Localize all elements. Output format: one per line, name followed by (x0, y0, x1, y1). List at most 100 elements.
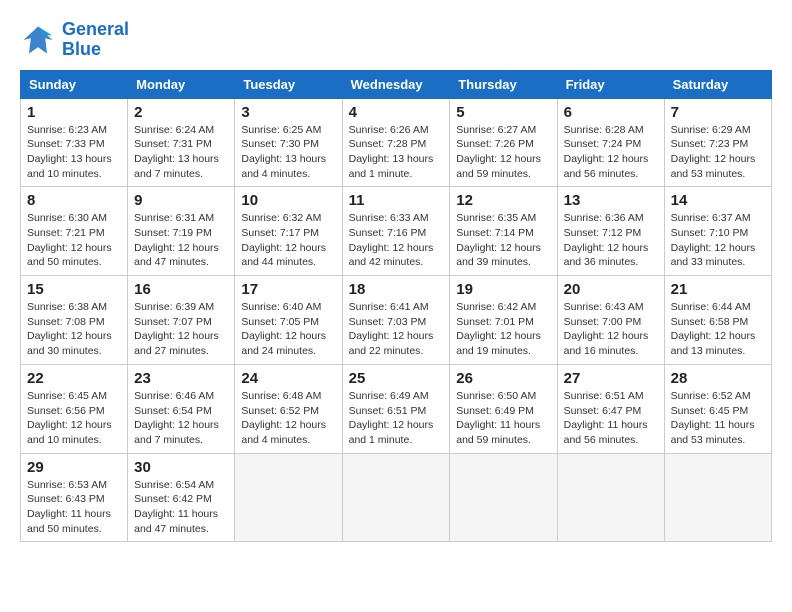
calendar-cell: 11 Sunrise: 6:33 AM Sunset: 7:16 PM Dayli… (342, 187, 450, 276)
day-number: 9 (134, 192, 228, 209)
day-number: 4 (349, 104, 444, 121)
day-number: 20 (564, 281, 658, 298)
day-number: 6 (564, 104, 658, 121)
calendar-cell: 19 Sunrise: 6:42 AM Sunset: 7:01 PM Dayli… (450, 276, 557, 365)
day-number: 8 (27, 192, 121, 209)
day-number: 22 (27, 370, 121, 387)
calendar-cell: 29 Sunrise: 6:53 AM Sunset: 6:43 PM Dayli… (21, 453, 128, 542)
day-info: Sunrise: 6:27 AM Sunset: 7:26 PM Dayligh… (456, 123, 550, 182)
calendar-cell: 25 Sunrise: 6:49 AM Sunset: 6:51 PM Dayli… (342, 364, 450, 453)
day-info: Sunrise: 6:51 AM Sunset: 6:47 PM Dayligh… (564, 389, 658, 448)
calendar-cell: 9 Sunrise: 6:31 AM Sunset: 7:19 PM Daylig… (128, 187, 235, 276)
calendar-cell: 30 Sunrise: 6:54 AM Sunset: 6:42 PM Dayli… (128, 453, 235, 542)
calendar-header-row: SundayMondayTuesdayWednesdayThursdayFrid… (21, 70, 772, 98)
header-sunday: Sunday (21, 70, 128, 98)
day-info: Sunrise: 6:24 AM Sunset: 7:31 PM Dayligh… (134, 123, 228, 182)
calendar-cell: 2 Sunrise: 6:24 AM Sunset: 7:31 PM Daylig… (128, 98, 235, 187)
day-info: Sunrise: 6:35 AM Sunset: 7:14 PM Dayligh… (456, 211, 550, 270)
day-number: 29 (27, 459, 121, 476)
header-monday: Monday (128, 70, 235, 98)
day-info: Sunrise: 6:25 AM Sunset: 7:30 PM Dayligh… (241, 123, 335, 182)
day-number: 26 (456, 370, 550, 387)
calendar-cell (342, 453, 450, 542)
day-info: Sunrise: 6:23 AM Sunset: 7:33 PM Dayligh… (27, 123, 121, 182)
day-info: Sunrise: 6:40 AM Sunset: 7:05 PM Dayligh… (241, 300, 335, 359)
calendar-week-4: 22 Sunrise: 6:45 AM Sunset: 6:56 PM Dayli… (21, 364, 772, 453)
day-info: Sunrise: 6:44 AM Sunset: 6:58 PM Dayligh… (671, 300, 765, 359)
header-tuesday: Tuesday (235, 70, 342, 98)
day-info: Sunrise: 6:26 AM Sunset: 7:28 PM Dayligh… (349, 123, 444, 182)
day-number: 27 (564, 370, 658, 387)
logo: General Blue (20, 20, 129, 60)
calendar-cell: 3 Sunrise: 6:25 AM Sunset: 7:30 PM Daylig… (235, 98, 342, 187)
day-info: Sunrise: 6:39 AM Sunset: 7:07 PM Dayligh… (134, 300, 228, 359)
day-info: Sunrise: 6:37 AM Sunset: 7:10 PM Dayligh… (671, 211, 765, 270)
calendar-cell: 6 Sunrise: 6:28 AM Sunset: 7:24 PM Daylig… (557, 98, 664, 187)
day-number: 19 (456, 281, 550, 298)
logo-blue: Blue (62, 39, 101, 59)
day-info: Sunrise: 6:31 AM Sunset: 7:19 PM Dayligh… (134, 211, 228, 270)
calendar-cell: 14Sunrise: 6:37 AM Sunset: 7:10 PM Dayli… (664, 187, 771, 276)
day-info: Sunrise: 6:28 AM Sunset: 7:24 PM Dayligh… (564, 123, 658, 182)
calendar-week-1: 1Sunrise: 6:23 AM Sunset: 7:33 PM Daylig… (21, 98, 772, 187)
day-info: Sunrise: 6:53 AM Sunset: 6:43 PM Dayligh… (27, 478, 121, 537)
calendar-week-5: 29 Sunrise: 6:53 AM Sunset: 6:43 PM Dayli… (21, 453, 772, 542)
day-info: Sunrise: 6:43 AM Sunset: 7:00 PM Dayligh… (564, 300, 658, 359)
logo-icon (20, 22, 56, 58)
day-number: 5 (456, 104, 550, 121)
day-info: Sunrise: 6:46 AM Sunset: 6:54 PM Dayligh… (134, 389, 228, 448)
calendar-cell (664, 453, 771, 542)
calendar-cell: 16 Sunrise: 6:39 AM Sunset: 7:07 PM Dayli… (128, 276, 235, 365)
calendar-week-2: 8Sunrise: 6:30 AM Sunset: 7:21 PM Daylig… (21, 187, 772, 276)
logo-text: General Blue (62, 20, 129, 60)
logo-general: General (62, 19, 129, 39)
calendar-cell (235, 453, 342, 542)
calendar-table: SundayMondayTuesdayWednesdayThursdayFrid… (20, 70, 772, 543)
calendar-cell: 10 Sunrise: 6:32 AM Sunset: 7:17 PM Dayli… (235, 187, 342, 276)
day-info: Sunrise: 6:29 AM Sunset: 7:23 PM Dayligh… (671, 123, 765, 182)
calendar-cell: 18 Sunrise: 6:41 AM Sunset: 7:03 PM Dayli… (342, 276, 450, 365)
calendar-week-3: 15 Sunrise: 6:38 AM Sunset: 7:08 PM Dayli… (21, 276, 772, 365)
day-number: 3 (241, 104, 335, 121)
header-thursday: Thursday (450, 70, 557, 98)
day-number: 15 (27, 281, 121, 298)
day-info: Sunrise: 6:49 AM Sunset: 6:51 PM Dayligh… (349, 389, 444, 448)
calendar-cell: 7 Sunrise: 6:29 AM Sunset: 7:23 PM Daylig… (664, 98, 771, 187)
day-info: Sunrise: 6:42 AM Sunset: 7:01 PM Dayligh… (456, 300, 550, 359)
calendar-cell: 12Sunrise: 6:35 AM Sunset: 7:14 PM Dayli… (450, 187, 557, 276)
day-number: 2 (134, 104, 228, 121)
calendar-cell: 20 Sunrise: 6:43 AM Sunset: 7:00 PM Dayli… (557, 276, 664, 365)
calendar-cell: 22 Sunrise: 6:45 AM Sunset: 6:56 PM Dayli… (21, 364, 128, 453)
calendar-cell: 15 Sunrise: 6:38 AM Sunset: 7:08 PM Dayli… (21, 276, 128, 365)
day-info: Sunrise: 6:48 AM Sunset: 6:52 PM Dayligh… (241, 389, 335, 448)
day-number: 16 (134, 281, 228, 298)
day-number: 30 (134, 459, 228, 476)
day-info: Sunrise: 6:54 AM Sunset: 6:42 PM Dayligh… (134, 478, 228, 537)
day-info: Sunrise: 6:45 AM Sunset: 6:56 PM Dayligh… (27, 389, 121, 448)
calendar-cell: 27 Sunrise: 6:51 AM Sunset: 6:47 PM Dayli… (557, 364, 664, 453)
day-number: 7 (671, 104, 765, 121)
day-number: 25 (349, 370, 444, 387)
day-number: 28 (671, 370, 765, 387)
calendar-cell: 1Sunrise: 6:23 AM Sunset: 7:33 PM Daylig… (21, 98, 128, 187)
day-info: Sunrise: 6:32 AM Sunset: 7:17 PM Dayligh… (241, 211, 335, 270)
day-number: 13 (564, 192, 658, 209)
day-info: Sunrise: 6:33 AM Sunset: 7:16 PM Dayligh… (349, 211, 444, 270)
calendar-cell (557, 453, 664, 542)
calendar-cell: 8Sunrise: 6:30 AM Sunset: 7:21 PM Daylig… (21, 187, 128, 276)
day-number: 11 (349, 192, 444, 209)
day-number: 17 (241, 281, 335, 298)
day-info: Sunrise: 6:38 AM Sunset: 7:08 PM Dayligh… (27, 300, 121, 359)
day-number: 23 (134, 370, 228, 387)
day-number: 18 (349, 281, 444, 298)
calendar-cell: 28Sunrise: 6:52 AM Sunset: 6:45 PM Dayli… (664, 364, 771, 453)
day-number: 21 (671, 281, 765, 298)
calendar-cell: 23 Sunrise: 6:46 AM Sunset: 6:54 PM Dayli… (128, 364, 235, 453)
day-info: Sunrise: 6:50 AM Sunset: 6:49 PM Dayligh… (456, 389, 550, 448)
header-wednesday: Wednesday (342, 70, 450, 98)
day-info: Sunrise: 6:41 AM Sunset: 7:03 PM Dayligh… (349, 300, 444, 359)
day-number: 10 (241, 192, 335, 209)
calendar-cell: 5 Sunrise: 6:27 AM Sunset: 7:26 PM Daylig… (450, 98, 557, 187)
page-header: General Blue (20, 20, 772, 60)
calendar-cell: 26 Sunrise: 6:50 AM Sunset: 6:49 PM Dayli… (450, 364, 557, 453)
